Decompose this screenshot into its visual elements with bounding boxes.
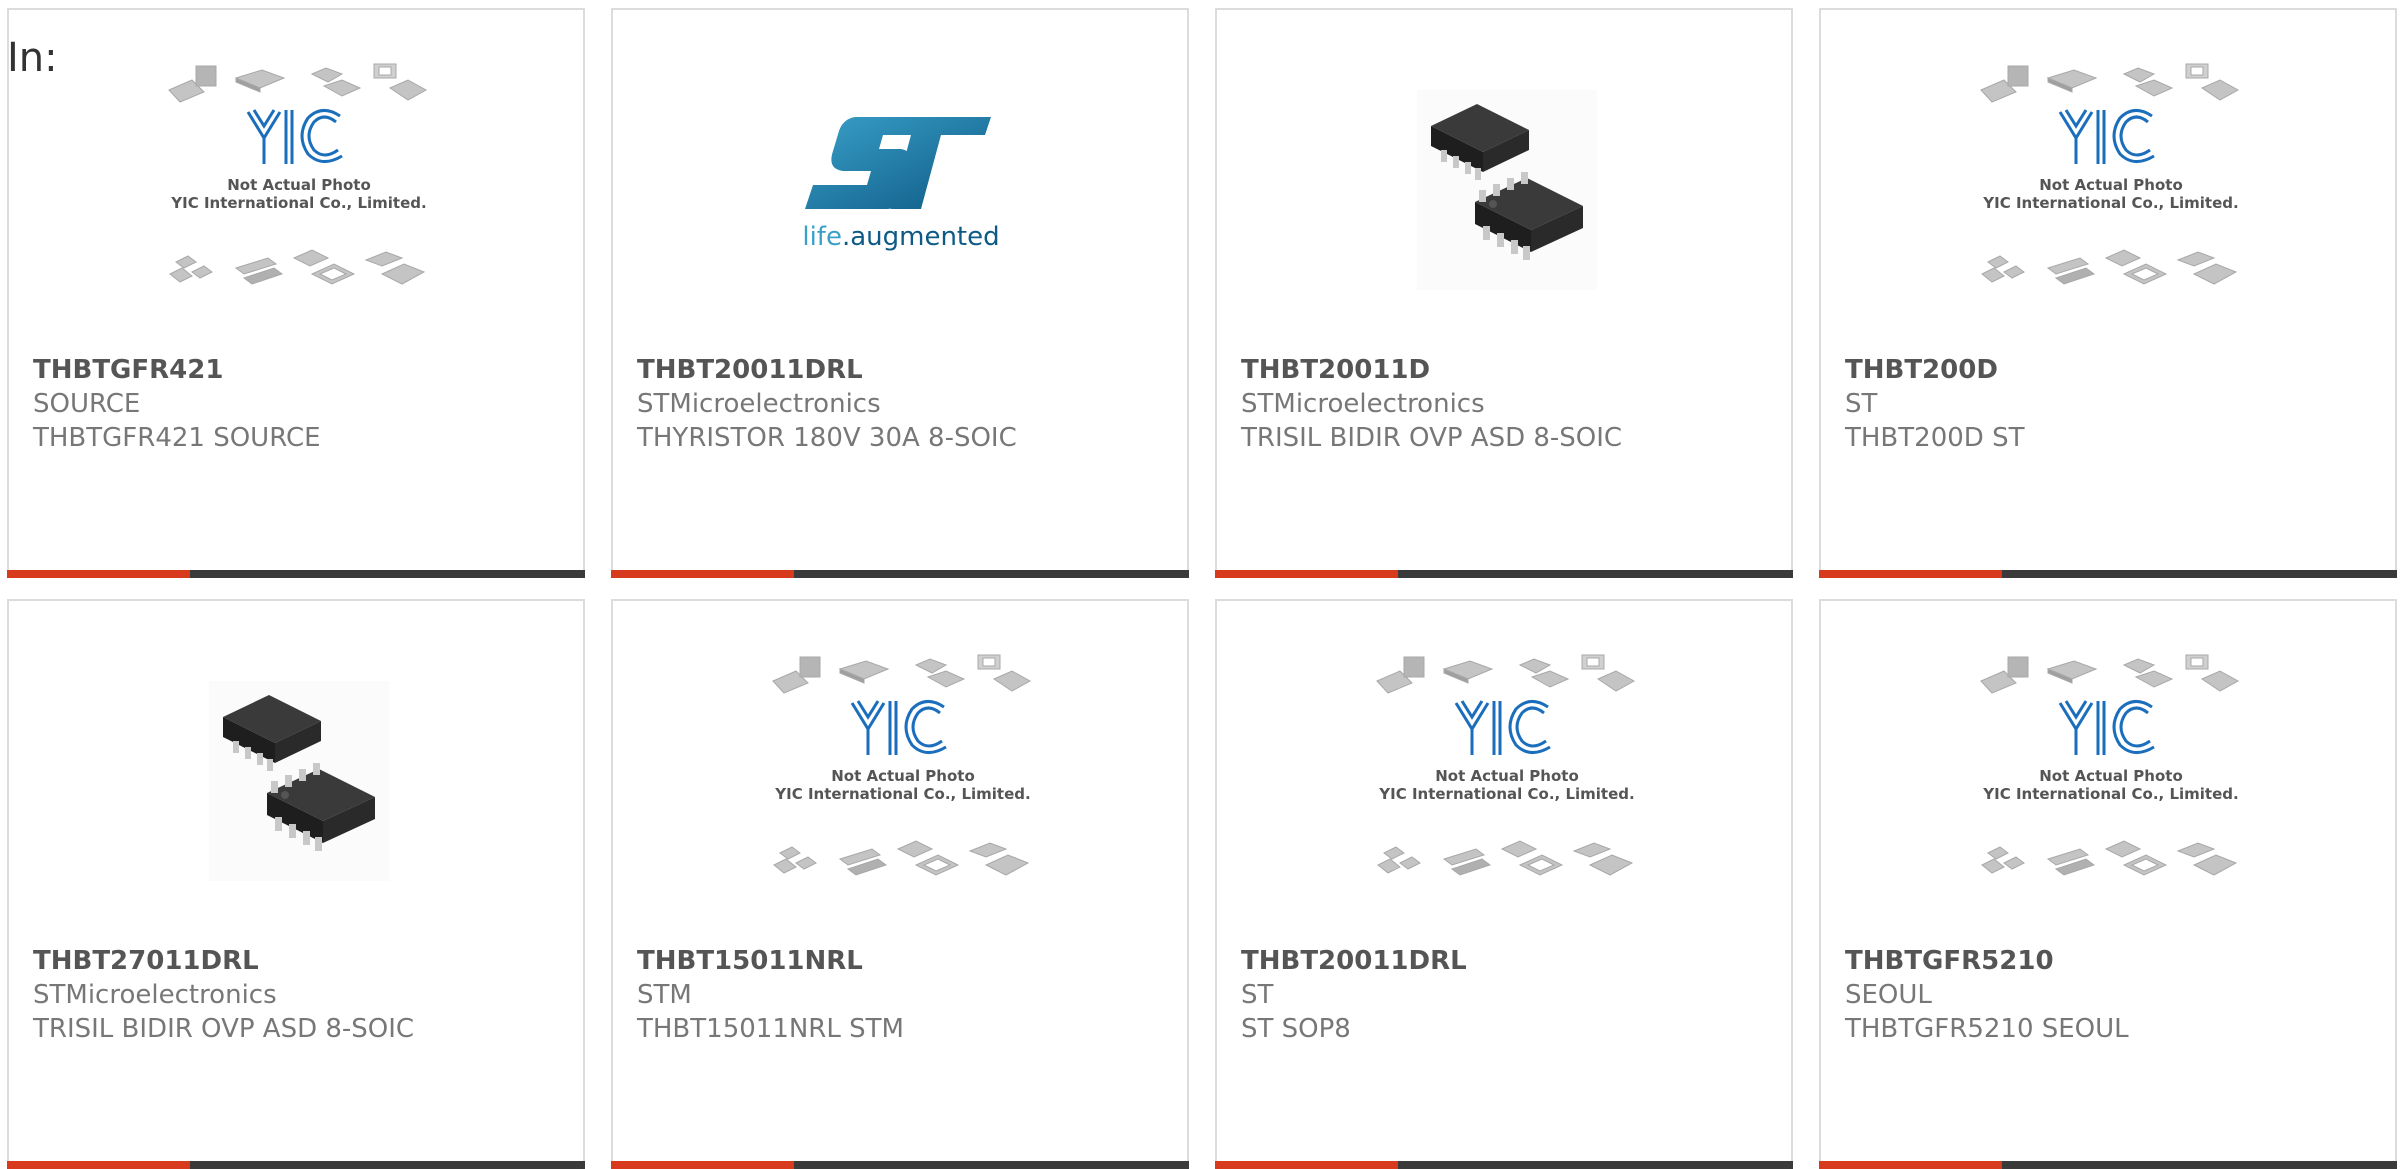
card-bottom-bar: [611, 1161, 1189, 1169]
placeholder-line2: YIC International Co., Limited.: [774, 785, 1030, 803]
product-image[interactable]: Not Actual Photo YIC International Co., …: [1821, 601, 2395, 941]
card-accent-bar: [1819, 570, 2002, 578]
soic-chip-image: [209, 681, 389, 881]
product-image[interactable]: life.augmented: [613, 10, 1187, 350]
placeholder-line2: YIC International Co., Limited.: [170, 194, 426, 212]
card-bottom-bar: [1215, 570, 1793, 578]
card-accent-bar: [1215, 1161, 1398, 1169]
product-card[interactable]: THBT20011D STMicroelectronics TRISIL BIDIR…: [1215, 8, 1793, 578]
manufacturer: SOURCE: [33, 389, 141, 419]
placeholder-line1: Not Actual Photo: [1435, 767, 1579, 785]
svg-text:life.augmented: life.augmented: [802, 222, 999, 252]
card-bottom-bar: [1819, 570, 2397, 578]
card-bottom-bar: [1819, 1161, 2397, 1169]
product-card[interactable]: Not Actual Photo YIC International Co., …: [611, 599, 1189, 1169]
manufacturer: ST: [1845, 389, 1878, 419]
placeholder-line1: Not Actual Photo: [831, 767, 975, 785]
st-logo-image: life.augmented: [802, 117, 1000, 252]
description: TRISIL BIDIR OVP ASD 8-SOIC: [33, 1014, 415, 1044]
part-number[interactable]: THBT20011DRL: [1241, 946, 1467, 976]
card-accent-bar: [611, 570, 794, 578]
part-number[interactable]: THBTGFR421: [33, 355, 223, 385]
product-image[interactable]: Not Actual Photo YIC International Co., …: [1821, 10, 2395, 350]
card-accent-bar: [1819, 1161, 2002, 1169]
placeholder-image: Not Actual Photo YIC International Co., …: [1376, 654, 1636, 876]
part-number[interactable]: THBT20011D: [1241, 355, 1430, 385]
manufacturer: SEOUL: [1845, 980, 1932, 1010]
placeholder-image: Not Actual Photo YIC International Co., …: [1980, 63, 2240, 285]
card-bottom-bar: [611, 570, 1189, 578]
st-logo-life: life: [802, 222, 842, 252]
manufacturer: STMicroelectronics: [33, 980, 277, 1010]
placeholder-image: Not Actual Photo YIC International Co., …: [772, 654, 1032, 876]
placeholder-line2: YIC International Co., Limited.: [1982, 785, 2238, 803]
part-number[interactable]: THBT200D: [1845, 355, 1998, 385]
placeholder-line2: YIC International Co., Limited.: [1982, 194, 2238, 212]
card-bottom-bar: [7, 1161, 585, 1169]
manufacturer: STMicroelectronics: [637, 389, 881, 419]
in-label: In:: [7, 35, 58, 81]
placeholder-image: Not Actual Photo YIC International Co., …: [1980, 654, 2240, 876]
placeholder-line1: Not Actual Photo: [2039, 767, 2183, 785]
description: THBTGFR5210 SEOUL: [1845, 1014, 2129, 1044]
part-number[interactable]: THBT20011DRL: [637, 355, 863, 385]
product-card[interactable]: Not Actual Photo YIC International Co., …: [1215, 599, 1793, 1169]
product-image[interactable]: Not Actual Photo YIC International Co., …: [9, 10, 583, 350]
card-accent-bar: [7, 570, 190, 578]
part-number[interactable]: THBT27011DRL: [33, 946, 259, 976]
description: THBT15011NRL STM: [637, 1014, 904, 1044]
part-number[interactable]: THBT15011NRL: [637, 946, 863, 976]
product-card[interactable]: Not Actual Photo YIC International Co., …: [7, 8, 585, 578]
part-number[interactable]: THBTGFR5210: [1845, 946, 2054, 976]
card-accent-bar: [1215, 570, 1398, 578]
product-card[interactable]: THBT27011DRL STMicroelectronics TRISIL BID…: [7, 599, 585, 1169]
card-accent-bar: [7, 1161, 190, 1169]
product-image[interactable]: [1217, 10, 1791, 350]
placeholder-line2: YIC International Co., Limited.: [1378, 785, 1634, 803]
card-bottom-bar: [1215, 1161, 1793, 1169]
manufacturer: STMicroelectronics: [1241, 389, 1485, 419]
product-card[interactable]: life.augmented THBT20011DRL STMicroelectr…: [611, 8, 1189, 578]
product-image[interactable]: Not Actual Photo YIC International Co., …: [1217, 601, 1791, 941]
manufacturer: ST: [1241, 980, 1274, 1010]
description: THBTGFR421 SOURCE: [33, 423, 321, 453]
product-card[interactable]: Not Actual Photo YIC International Co., …: [1819, 8, 2397, 578]
placeholder-line1: Not Actual Photo: [2039, 176, 2183, 194]
placeholder-line1: Not Actual Photo: [227, 176, 371, 194]
description: THBT200D ST: [1845, 423, 2025, 453]
product-image[interactable]: [9, 601, 583, 941]
soic-chip-image: [1417, 90, 1597, 290]
card-accent-bar: [611, 1161, 794, 1169]
card-bottom-bar: [7, 570, 585, 578]
product-card[interactable]: Not Actual Photo YIC International Co., …: [1819, 599, 2397, 1169]
product-image[interactable]: Not Actual Photo YIC International Co., …: [613, 601, 1187, 941]
description: TRISIL BIDIR OVP ASD 8-SOIC: [1241, 423, 1623, 453]
description: ST SOP8: [1241, 1014, 1351, 1044]
manufacturer: STM: [637, 980, 692, 1010]
description: THYRISTOR 180V 30A 8-SOIC: [637, 423, 1017, 453]
st-logo-augmented: .augmented: [842, 222, 1000, 252]
placeholder-image: Not Actual Photo YIC International Co., …: [168, 63, 428, 285]
